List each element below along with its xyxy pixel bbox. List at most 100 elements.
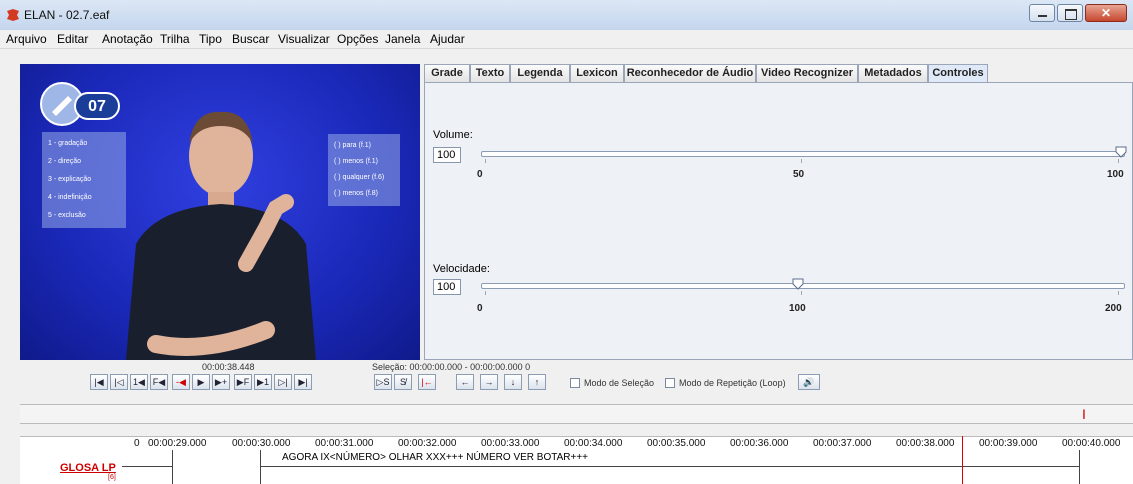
tier-count: [6] [108,474,116,481]
volume-slider-thumb[interactable] [1115,146,1127,158]
option-item: 4 - indefinição [48,194,92,201]
previous-frame-button[interactable]: F◀ [150,374,168,390]
close-button[interactable]: ✕ [1085,4,1127,22]
word-item: ( ) menos (f.1) [334,158,378,165]
tier-area[interactable]: GLOSA LP [6] AGORA IX<NÚMERO> OLHAR XXX+… [20,436,1133,484]
next-second-button[interactable]: ▶1 [254,374,272,390]
menu-arquivo[interactable]: Arquivo [6,32,47,46]
volume-label: Volume: [433,129,473,141]
previous-scrollview-button[interactable]: |◁ [110,374,128,390]
selection-boundary-button[interactable]: |← [418,374,436,390]
options-list: 1 - gradação 2 - direção 3 - explicação … [42,132,126,228]
close-icon: ✕ [1101,6,1112,20]
ruler-label: 00:00:39.000 [979,438,1038,449]
ruler-label: 00:00:32.000 [398,438,457,449]
option-item: 3 - explicação [48,176,92,183]
word-item: ( ) qualquer (f.6) [334,174,385,181]
tab-lexicon[interactable]: Lexicon [570,64,624,82]
next-annotation-button[interactable]: → [480,374,498,390]
go-to-end-button[interactable]: ▶| [294,374,312,390]
menu-janela[interactable]: Janela [385,32,420,46]
time-ruler[interactable]: 0 00:00:29.000 00:00:30.000 00:00:31.000… [20,436,1133,451]
tab-grade[interactable]: Grade [424,64,470,82]
speed-value-field[interactable]: 100 [433,279,461,295]
window-title: ELAN - 02.7.eaf [24,8,110,22]
next-ms-button[interactable]: ▶+ [212,374,230,390]
question-number-badge: 07 [74,92,120,120]
tab-metadados[interactable]: Metadados [858,64,928,82]
elan-app-icon [7,9,19,21]
ruler-label: 00:00:33.000 [481,438,540,449]
playhead-line [962,436,963,484]
menu-opcoes[interactable]: Opções [337,32,378,46]
clear-selection-button[interactable]: S̸ [394,374,412,390]
next-scrollview-button[interactable]: ▷| [274,374,292,390]
ruler-label: 00:00:40.000 [1062,438,1121,449]
ruler-label: 00:00:30.000 [232,438,291,449]
maximize-button[interactable] [1057,4,1083,22]
signer-figure [126,111,316,360]
word-choices: ( ) para (f.1) ( ) menos (f.1) ( ) qualq… [328,134,400,206]
menu-visualizar[interactable]: Visualizar [278,32,330,46]
menu-editar[interactable]: Editar [57,32,88,46]
selection-mode-checkbox[interactable] [570,378,580,388]
menu-trilha[interactable]: Trilha [160,32,190,46]
annotation-text[interactable]: AGORA IX<NÚMERO> OLHAR XXX+++ NÚMERO VER… [282,452,588,463]
menu-anotacao[interactable]: Anotação [102,32,153,46]
play-pause-button[interactable]: ▶ [192,374,210,390]
option-item: 1 - gradação [48,140,88,147]
player-controls: 00:00:38.448 Seleção: 00:00:00.000 - 00:… [0,360,1133,400]
selection-info: Seleção: 00:00:00.000 - 00:00:00.000 0 [372,362,531,372]
volume-value-field[interactable]: 100 [433,147,461,163]
play-selection-button[interactable]: ▷S [374,374,392,390]
ruler-label: 00:00:36.000 [730,438,789,449]
selection-mode-label: Modo de Seleção [584,378,655,388]
annotation-down-button[interactable]: ↓ [504,374,522,390]
volume-speaker-icon[interactable]: 🔊 [798,374,820,390]
menu-bar: Arquivo Editar Anotação Trilha Tipo Busc… [0,30,1133,49]
tab-video-recognizer[interactable]: Video Recognizer [756,64,858,82]
controls-panel: Volume: 100 0 50 100 Velocidade: 100 0 1… [424,82,1133,360]
go-to-begin-button[interactable]: |◀ [90,374,108,390]
ruler-label: 00:00:38.000 [896,438,955,449]
tier-name[interactable]: GLOSA LP [60,462,116,474]
annotation-up-button[interactable]: ↑ [528,374,546,390]
option-item: 5 - exclusão [48,212,86,219]
tab-texto[interactable]: Texto [470,64,510,82]
speed-slider-thumb[interactable] [792,278,804,290]
video-viewer[interactable]: 07 1 - gradação 2 - direção 3 - explicaç… [20,64,420,360]
menu-tipo[interactable]: Tipo [199,32,222,46]
tab-legenda[interactable]: Legenda [510,64,570,82]
menu-buscar[interactable]: Buscar [232,32,269,46]
volume-slider[interactable] [481,151,1125,157]
title-bar[interactable]: ELAN - 02.7.eaf ✕ [0,0,1133,31]
ruler-label: 00:00:34.000 [564,438,623,449]
ruler-start: 0 [134,438,140,449]
timeline-overview[interactable]: I [20,404,1133,424]
word-item: ( ) menos (f.8) [334,190,378,197]
volume-tick-label: 0 [477,169,483,180]
loop-mode-label: Modo de Repetição (Loop) [679,378,786,388]
word-item: ( ) para (f.1) [334,142,371,149]
viewer-tabs: Grade Texto Legenda Lexicon Reconhecedor… [424,64,1133,83]
speed-label: Velocidade: [433,263,490,275]
next-frame-button[interactable]: ▶F [234,374,252,390]
tab-reconhecedor-audio[interactable]: Reconhecedor de Áudio [624,64,756,82]
tab-controles[interactable]: Controles [928,64,988,83]
previous-second-button[interactable]: 1◀ [130,374,148,390]
volume-tick-label: 100 [1107,169,1124,180]
crosshair-cursor-icon: I [1082,406,1086,422]
previous-annotation-button[interactable]: ← [456,374,474,390]
ruler-label: 00:00:29.000 [148,438,207,449]
loop-mode-checkbox[interactable] [665,378,675,388]
ruler-label: 00:00:31.000 [315,438,374,449]
menu-ajudar[interactable]: Ajudar [430,32,465,46]
previous-ms-button[interactable]: -◀ [172,374,190,390]
minimize-button[interactable] [1029,4,1055,22]
current-time: 00:00:38.448 [202,362,255,372]
speed-tick-label: 0 [477,303,483,314]
ruler-label: 00:00:37.000 [813,438,872,449]
speed-tick-label: 100 [789,303,806,314]
option-item: 2 - direção [48,158,82,165]
volume-tick-label: 50 [793,169,805,180]
